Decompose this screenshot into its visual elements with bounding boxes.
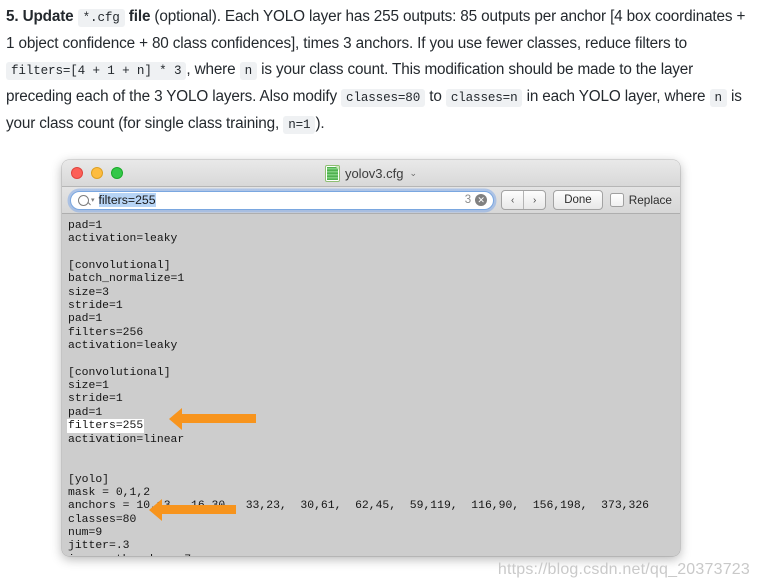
close-button[interactable] <box>71 167 83 179</box>
text-editor-window: yolov3.cfg ⌄ ▾ filters=255 3 ✕ ‹ › Done … <box>62 160 680 556</box>
code-lines-after: activation=linear [yolo] mask = 0,1,2 an… <box>68 433 650 557</box>
inline-code-classes-n: classes=n <box>445 89 523 107</box>
replace-checkbox[interactable] <box>609 193 624 207</box>
clear-search-icon[interactable]: ✕ <box>475 194 488 206</box>
inline-code-n-1: n <box>239 62 258 80</box>
inline-code-n-equals-1: n=1 <box>283 116 316 134</box>
prose-text-4: to <box>429 88 442 105</box>
find-bar: ▾ filters=255 3 ✕ ‹ › Done Replace <box>62 187 680 214</box>
inline-code-n-2: n <box>709 89 727 107</box>
prose-text-7: ). <box>315 115 325 132</box>
document-icon <box>324 164 340 182</box>
window-title: yolov3.cfg <box>344 165 404 181</box>
inline-code-classes-80: classes=80 <box>341 89 426 107</box>
search-options-chevron-icon[interactable]: ▾ <box>91 197 95 204</box>
step-number: 5. <box>6 8 19 25</box>
watermark: https://blog.csdn.net/qq_20373723 <box>497 561 750 578</box>
replace-toggle[interactable]: Replace <box>609 193 672 207</box>
search-input-value: filters=255 <box>98 193 156 207</box>
arrow-annotation-classes <box>149 498 236 521</box>
find-next-button[interactable]: › <box>523 191 545 209</box>
inline-code-filters-formula: filters=[4 + 1 + n] * 3 <box>6 62 187 80</box>
done-button[interactable]: Done <box>553 190 603 210</box>
zoom-button[interactable] <box>111 167 123 179</box>
chevron-down-icon[interactable]: ⌄ <box>410 168 418 178</box>
code-lines-before: pad=1 activation=leaky [convolutional] b… <box>68 220 185 419</box>
window-title-group: yolov3.cfg ⌄ <box>62 164 680 182</box>
search-field[interactable]: ▾ filters=255 3 ✕ <box>70 190 495 210</box>
instruction-paragraph: 5. Update *.cfg file (optional). Each YO… <box>6 4 754 138</box>
match-count: 3 <box>464 194 472 206</box>
find-navigation-group: ‹ › <box>501 190 547 210</box>
step-verb: Update <box>22 8 74 25</box>
minimize-button[interactable] <box>91 167 103 179</box>
prose-text-5: in each YOLO layer, where <box>526 88 706 105</box>
search-icon <box>78 194 89 206</box>
search-input[interactable]: filters=255 <box>98 191 156 209</box>
replace-label: Replace <box>628 193 672 207</box>
arrow-annotation-filters <box>169 407 256 430</box>
window-titlebar: yolov3.cfg ⌄ <box>62 160 680 187</box>
window-controls <box>71 167 123 179</box>
search-match-highlight: filters=255 <box>66 419 145 434</box>
prose-text-2: , where <box>186 61 236 78</box>
word-file: file <box>128 8 151 25</box>
find-previous-button[interactable]: ‹ <box>502 191 523 209</box>
inline-code-cfg: *.cfg <box>77 9 125 27</box>
